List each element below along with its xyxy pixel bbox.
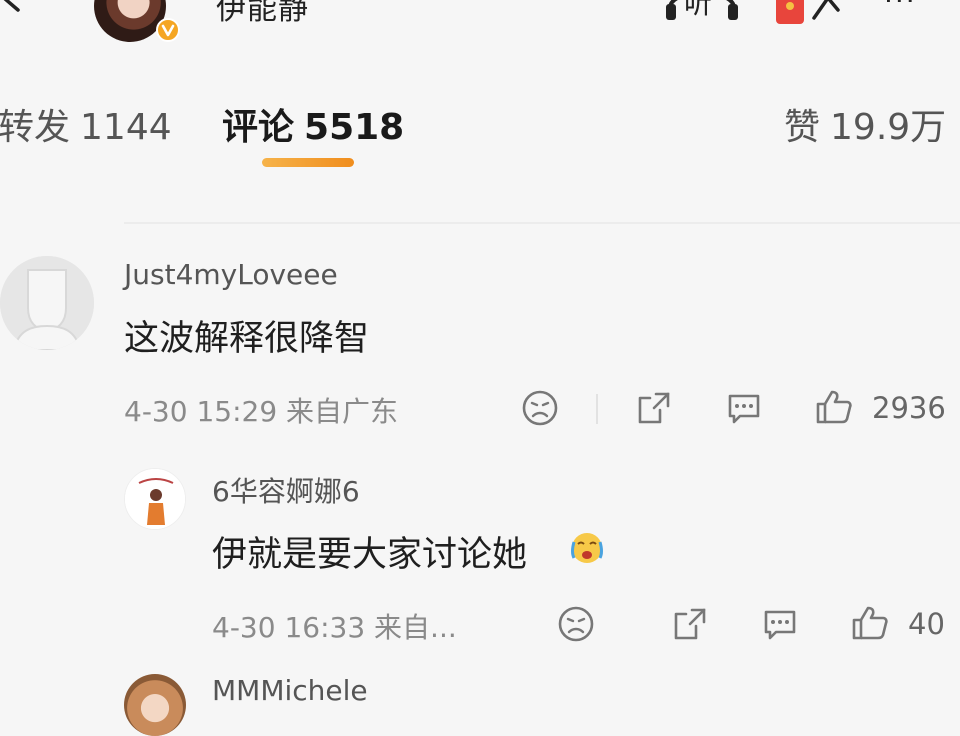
- reply-username[interactable]: 6华容婀娜6: [212, 470, 360, 510]
- reply-text: 伊就是要大家讨论她: [212, 535, 528, 575]
- comment-icon[interactable]: [760, 604, 800, 644]
- like-count: 40: [908, 607, 945, 641]
- reply-location: 来自...: [374, 611, 457, 644]
- tab-like-label: 赞: [784, 107, 821, 148]
- reply-username[interactable]: MMMichele: [212, 674, 368, 707]
- comment-icon[interactable]: [724, 388, 764, 428]
- tab-bar: 转发 1144 评论 5518 赞 19.9万: [0, 62, 960, 172]
- avatar[interactable]: [124, 468, 186, 530]
- comment-location: 来自广东: [286, 395, 399, 428]
- tab-like-count: 19.9万: [830, 107, 947, 148]
- red-packet-icon[interactable]: [776, 0, 804, 24]
- avatar[interactable]: [124, 674, 186, 736]
- divider: [124, 222, 960, 224]
- back-icon[interactable]: [0, 0, 24, 12]
- default-avatar-icon: [0, 256, 94, 350]
- share-icon[interactable]: [670, 604, 710, 644]
- separator: [596, 394, 598, 424]
- verified-badge-icon: [156, 18, 180, 42]
- crying-emoji-icon: [568, 528, 606, 566]
- like-icon[interactable]: [814, 386, 854, 426]
- active-tab-indicator: [262, 158, 354, 167]
- tab-comment-count: 5518: [304, 107, 405, 148]
- avatar[interactable]: [0, 256, 94, 350]
- tab-repost-label: 转发: [0, 107, 71, 148]
- like-count: 2936: [872, 391, 946, 425]
- comment-meta: 4-30 15:29 来自广东: [124, 390, 398, 430]
- more-icon[interactable]: ···: [884, 0, 917, 17]
- author-name[interactable]: 伊能静: [216, 0, 309, 28]
- reply-meta: 4-30 16:33 来自...: [212, 606, 457, 646]
- dislike-icon[interactable]: [556, 604, 596, 644]
- reply-time: 4-30 16:33: [212, 611, 366, 644]
- dislike-icon[interactable]: [520, 388, 560, 428]
- share-icon[interactable]: [806, 0, 846, 24]
- author-avatar[interactable]: [94, 0, 166, 42]
- tab-comment[interactable]: 评论 5518: [222, 98, 404, 150]
- listen-label: 听: [684, 0, 713, 20]
- tab-repost[interactable]: 转发 1144: [0, 98, 172, 150]
- comment-username[interactable]: Just4myLoveee: [124, 258, 338, 291]
- avatar-illustration-icon: [125, 469, 185, 529]
- listen-button[interactable]: 听: [664, 0, 740, 22]
- tab-like[interactable]: 赞 19.9万: [784, 98, 946, 150]
- post-header: 伊能静 听 ···: [0, 0, 960, 56]
- comment-text: 这波解释很降智: [124, 319, 370, 359]
- comment-time: 4-30 15:29: [124, 395, 278, 428]
- tab-comment-label: 评论: [222, 107, 295, 148]
- like-icon[interactable]: [850, 602, 890, 642]
- share-icon[interactable]: [634, 388, 674, 428]
- tab-repost-count: 1144: [80, 107, 172, 148]
